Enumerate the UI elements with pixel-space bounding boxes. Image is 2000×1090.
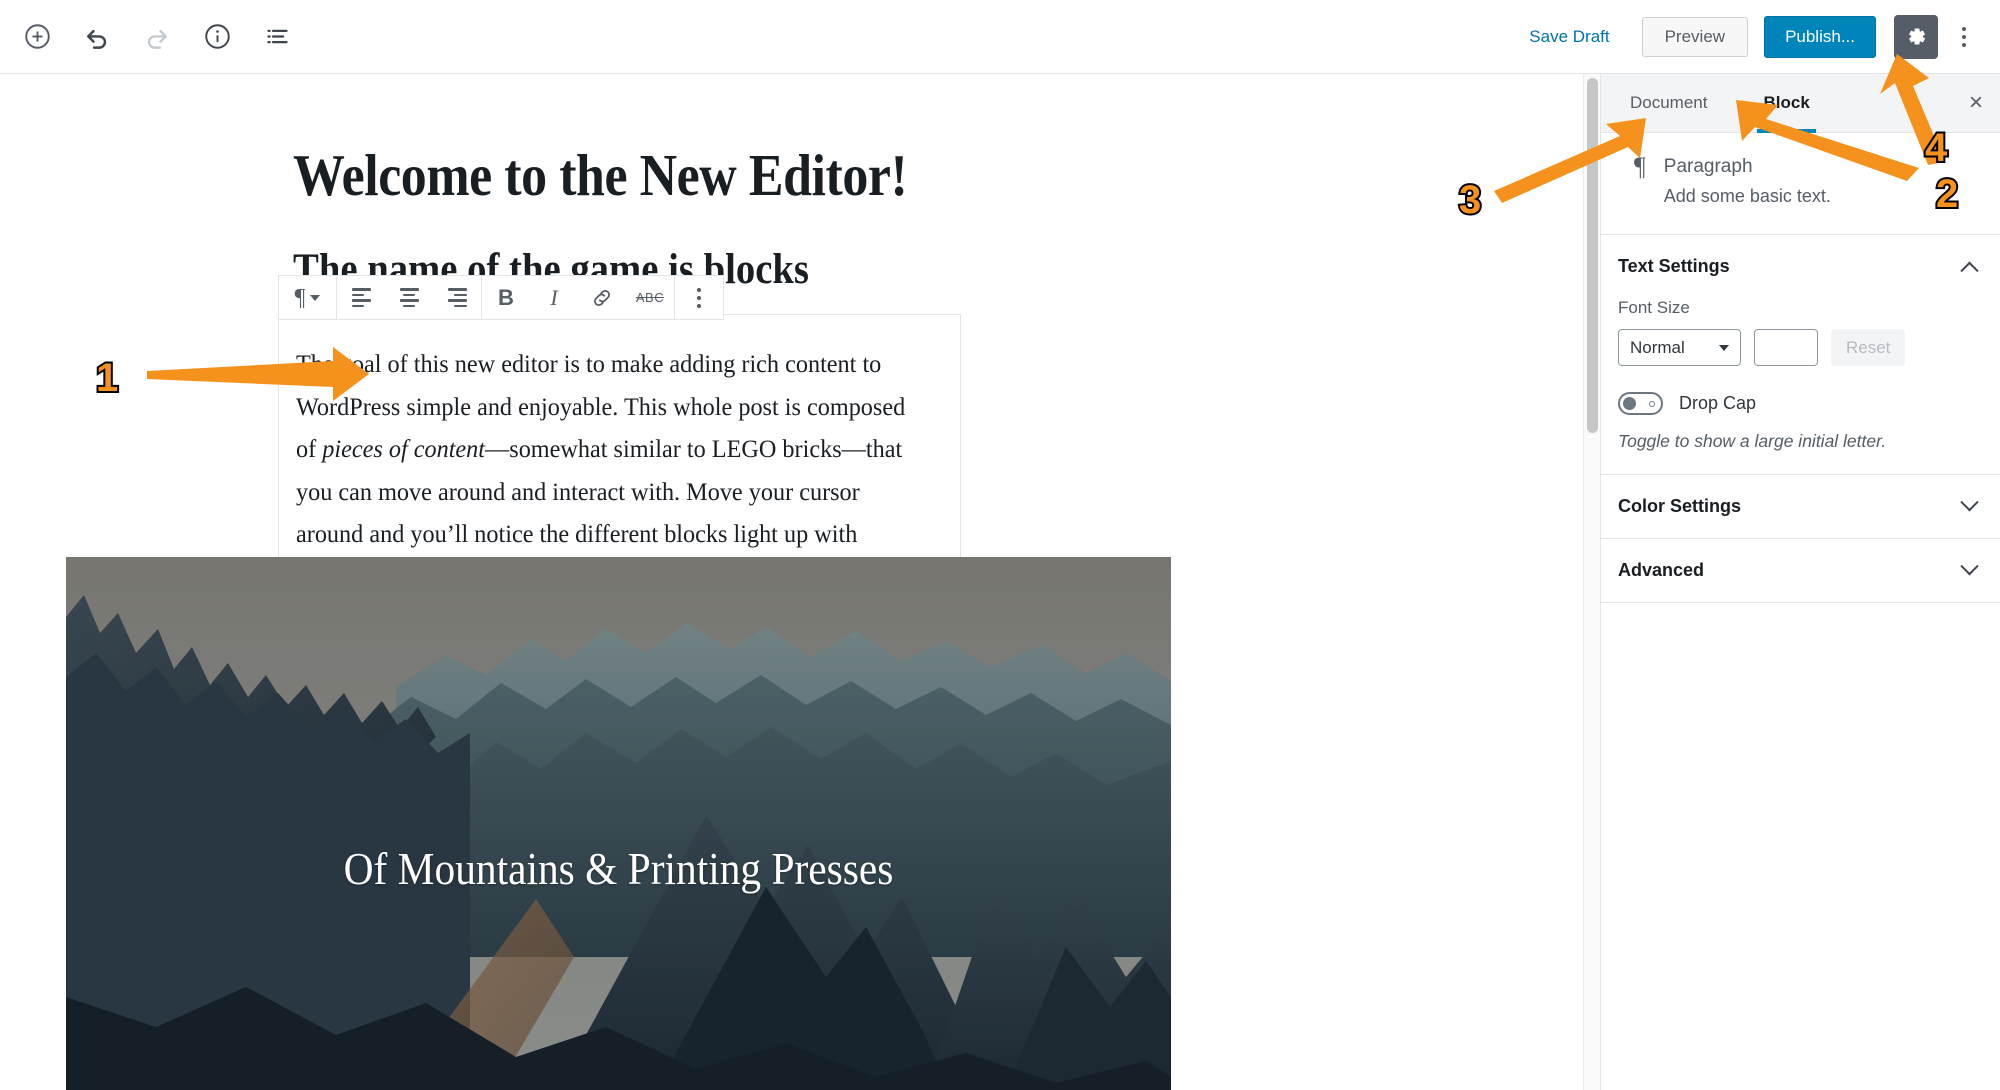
editor-canvas: Welcome to the New Editor! The name of t… (0, 74, 1592, 1090)
redo-icon[interactable] (134, 14, 180, 60)
strikethrough-button[interactable]: ABC (626, 276, 674, 319)
panel-text-settings: Text Settings Font Size Normal Reset Dro… (1601, 235, 2000, 476)
tab-block[interactable]: Block (1745, 74, 1827, 133)
align-right-icon (447, 288, 467, 307)
link-button[interactable] (578, 276, 626, 319)
font-size-selected-value: Normal (1630, 337, 1685, 357)
close-icon[interactable]: × (1952, 74, 2000, 132)
align-left-icon (351, 288, 371, 307)
more-rich-text-button[interactable] (675, 276, 723, 319)
align-left-button[interactable] (337, 276, 385, 319)
mountains-photo (66, 557, 1171, 1090)
block-formatting-toolbar: ¶ B I ABC (278, 275, 724, 320)
toggle-off-marker (1649, 401, 1655, 408)
align-right-button[interactable] (433, 276, 481, 319)
pilcrow-icon: ¶ (294, 284, 306, 311)
color-settings-title: Color Settings (1618, 496, 1742, 517)
add-block-icon[interactable] (14, 14, 60, 60)
font-size-number-input[interactable] (1754, 329, 1818, 367)
toolbar-group-align (337, 276, 482, 319)
drop-cap-help-text: Toggle to show a large initial letter. (1618, 431, 1887, 452)
text-settings-title: Text Settings (1618, 256, 1730, 277)
editor-scrollbar[interactable] (1583, 74, 1600, 1090)
publish-button[interactable]: Publish... (1764, 15, 1876, 58)
vertical-dots-icon (1962, 26, 1966, 47)
info-icon[interactable] (194, 14, 240, 60)
block-type-title: Paragraph (1663, 156, 1753, 177)
block-type-text: Paragraph Add some basic text. (1664, 153, 1831, 210)
block-type-card: ¶ Paragraph Add some basic text. (1601, 133, 2000, 236)
align-center-button[interactable] (385, 276, 433, 319)
advanced-title: Advanced (1618, 560, 1705, 581)
panel-advanced: Advanced (1601, 539, 2000, 604)
drop-cap-toggle[interactable] (1618, 392, 1663, 416)
toolbar-group-format: B I ABC (482, 276, 675, 319)
chevron-down-icon (310, 294, 321, 301)
tab-document[interactable]: Document (1612, 74, 1725, 132)
font-size-select[interactable]: Normal (1618, 329, 1741, 367)
settings-sidebar: Document Block × ¶ Paragraph Add some ba… (1600, 74, 2000, 1090)
vertical-dots-icon (697, 287, 701, 308)
block-type-description: Add some basic text. (1663, 185, 1831, 206)
toolbar-group-more (675, 276, 723, 319)
chevron-down-icon (1719, 344, 1729, 351)
paragraph-icon: ¶ (1634, 152, 1646, 181)
toggle-knob (1623, 397, 1636, 411)
chevron-down-icon (1960, 493, 1979, 512)
preview-button[interactable]: Preview (1641, 16, 1749, 57)
font-size-label: Font Size (1618, 298, 1690, 318)
font-size-reset-button[interactable]: Reset (1831, 329, 1906, 367)
post-title[interactable]: Welcome to the New Editor! (293, 143, 1173, 208)
block-navigation-icon[interactable] (254, 14, 300, 60)
more-options-icon[interactable] (1944, 15, 1984, 59)
drop-cap-row: Drop Cap (1618, 392, 1983, 416)
color-settings-header[interactable]: Color Settings (1601, 475, 2000, 538)
drop-cap-label: Drop Cap (1679, 393, 1757, 414)
header-right-actions: Save Draft Preview Publish... (1515, 14, 2000, 59)
toolbar-group-blocktype: ¶ (279, 276, 337, 319)
cover-image-block[interactable]: Of Mountains & Printing Presses (66, 557, 1171, 1090)
block-type-dropdown[interactable]: ¶ (279, 276, 336, 319)
scrollbar-thumb[interactable] (1587, 78, 1598, 433)
text-settings-header[interactable]: Text Settings (1601, 235, 2000, 298)
italic-button[interactable]: I (530, 276, 578, 319)
panel-color-settings: Color Settings (1601, 475, 2000, 540)
paragraph-text-emphasis: pieces of content (322, 434, 486, 464)
header-left-tools (0, 14, 300, 60)
align-center-icon (399, 288, 419, 307)
undo-icon[interactable] (74, 14, 120, 60)
chevron-up-icon (1960, 261, 1979, 281)
advanced-header[interactable]: Advanced (1601, 539, 2000, 602)
font-size-controls: Normal Reset (1618, 329, 1983, 367)
text-settings-body: Font Size Normal Reset Drop Cap Toggle t… (1601, 298, 2000, 474)
settings-gear-button[interactable] (1894, 14, 1938, 59)
sidebar-tab-bar: Document Block × (1601, 74, 2000, 133)
cover-block-heading[interactable]: Of Mountains & Printing Presses (121, 842, 1116, 895)
save-draft-button[interactable]: Save Draft (1515, 19, 1623, 55)
editor-header-bar: Save Draft Preview Publish... (0, 0, 2000, 74)
chevron-down-icon (1960, 557, 1979, 576)
bold-button[interactable]: B (482, 276, 530, 319)
